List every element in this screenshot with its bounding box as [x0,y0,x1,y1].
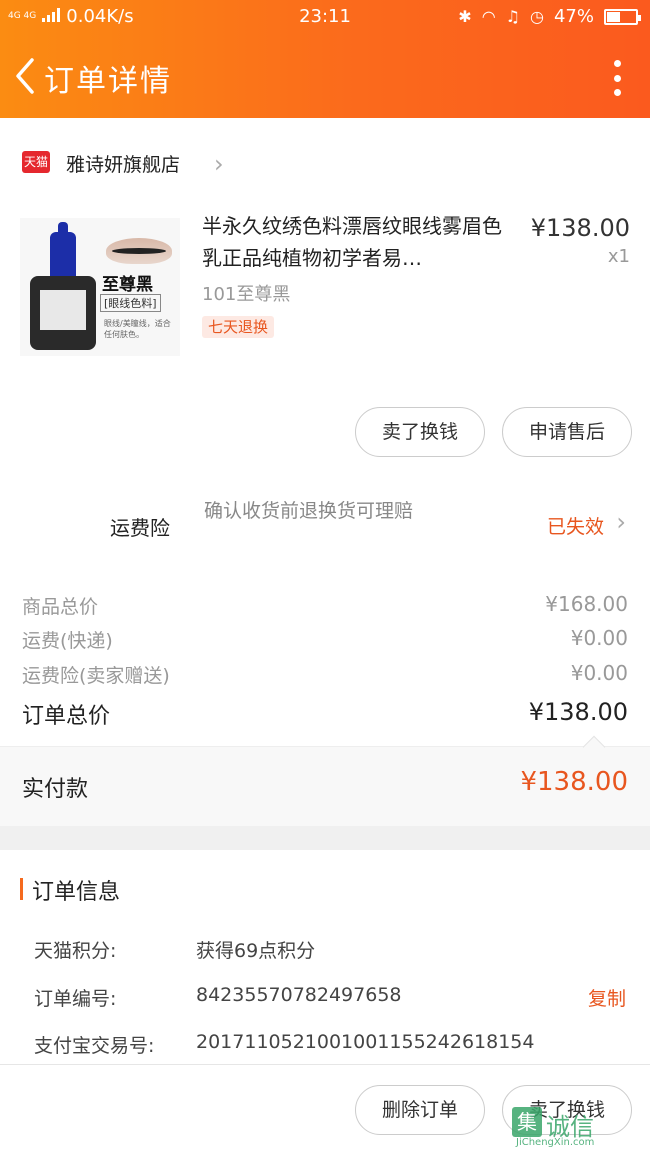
image-brand-text: 至尊黑 [102,275,153,295]
product-item[interactable]: 至尊黑 [眼线色料] 眼线/美瞳线，适合任何肤色。 半永久纹绣色料漂唇纹眼线雾眉… [0,200,650,370]
order-info-title: 订单信息 [32,880,121,905]
tmall-icon: 天猫 [22,151,50,173]
insurance-description: 确认收货前退换货可理赔 [204,500,414,522]
watermark: 集 诚信 JiChengXin.com [512,1103,642,1151]
alipay-number-row: 支付宝交易号: 2017110521001001155242618154 [0,1025,650,1061]
watermark-url: JiChengXin.com [516,1137,595,1148]
product-price: ¥138.00 [530,214,630,242]
insurance-label: 运费险 [110,516,170,540]
shipping-row: 运费(快递) ¥0.00 [0,622,650,656]
order-total-label: 订单总价 [22,704,111,729]
battery-percent: 47% [553,6,594,27]
alipay-label: 支付宝交易号: [34,1035,155,1057]
section-divider [0,826,650,850]
insurance-status: 已失效 [546,516,604,538]
app-header: 4G 4G 0.04K/s 23:11 ✱ ◠ ♫ ◷ 47% 订单详情 [0,0,650,118]
order-number-label: 订单编号: [34,988,117,1010]
nav-bar: 订单详情 [0,44,650,110]
order-number-value: 84235570782497658 [196,984,402,1006]
order-total-row: 订单总价 ¥138.00 [0,694,650,729]
order-total-value: ¥138.00 [528,698,628,726]
paid-amount-row: 实付款 ¥138.00 [0,735,650,826]
section-accent-bar [20,878,23,900]
product-quantity: x1 [607,246,630,267]
page-title: 订单详情 [44,64,172,99]
battery-level [607,11,620,22]
sell-button[interactable]: 卖了换钱 [355,407,485,457]
paid-value: ¥138.00 [520,767,628,797]
more-icon[interactable] [612,60,622,96]
bottom-action-bar: 删除订单 卖了换钱 集 诚信 JiChengXin.com [0,1064,650,1155]
order-info-header: 订单信息 [0,870,650,910]
delete-order-button[interactable]: 删除订单 [355,1085,485,1135]
shipping-insurance-row[interactable]: 运费险 确认收货前退换货可理赔 已失效 › [0,490,650,556]
status-right: ✱ ◠ ♫ ◷ 47% [458,6,641,27]
store-row[interactable]: 天猫 雅诗妍旗舰店 › [0,140,650,186]
return-policy-badge: 七天退换 [202,316,275,338]
battery-icon [604,8,641,25]
goods-total-row: 商品总价 ¥168.00 [0,588,650,622]
insurance-fee-label: 运费险(卖家赠送) [22,665,170,687]
status-bar: 4G 4G 0.04K/s 23:11 ✱ ◠ ♫ ◷ 47% [0,0,650,34]
insurance-fee-row: 运费险(卖家赠送) ¥0.00 [0,657,650,691]
after-sale-button[interactable]: 申请售后 [502,407,632,457]
shipping-label: 运费(快递) [22,630,113,652]
image-note-text: 眼线/美瞳线，适合任何肤色。 [104,319,171,339]
goods-total-label: 商品总价 [22,596,99,618]
headset-icon: ◠ [481,7,496,26]
points-value: 获得69点积分 [196,940,316,962]
points-row: 天猫积分: 获得69点积分 [0,930,650,966]
bottle-label [40,290,86,330]
chevron-right-icon: › [214,150,224,178]
product-title: 半永久纹绣色料漂唇纹眼线雾眉色乳正品纯植物初学者易… [202,214,502,270]
shipping-value: ¥0.00 [570,626,628,650]
bell-off-icon: ♫ [505,7,521,26]
alarm-icon: ◷ [530,7,544,26]
watermark-logo: 集 [512,1107,542,1137]
goods-total-value: ¥168.00 [545,592,628,616]
product-sku: 101至尊黑 [202,284,291,305]
points-label: 天猫积分: [34,940,117,962]
bluetooth-icon: ✱ [458,7,472,26]
order-number-row: 订单编号: 84235570782497658 复制 [0,978,650,1014]
copy-order-number-button[interactable]: 复制 [588,984,626,1011]
paid-label: 实付款 [22,777,89,802]
store-name: 雅诗妍旗舰店 [66,154,181,176]
bottle-cap [50,232,76,278]
chevron-right-icon: › [616,508,626,536]
eyeliner-stroke [112,248,166,254]
alipay-value: 2017110521001001155242618154 [196,1031,535,1053]
caret-up-icon [582,735,606,759]
back-icon[interactable] [10,56,40,96]
product-image: 至尊黑 [眼线色料] 眼线/美瞳线，适合任何肤色。 [20,218,180,356]
insurance-fee-value: ¥0.00 [570,661,628,685]
image-sub-text: [眼线色料] [100,294,161,312]
